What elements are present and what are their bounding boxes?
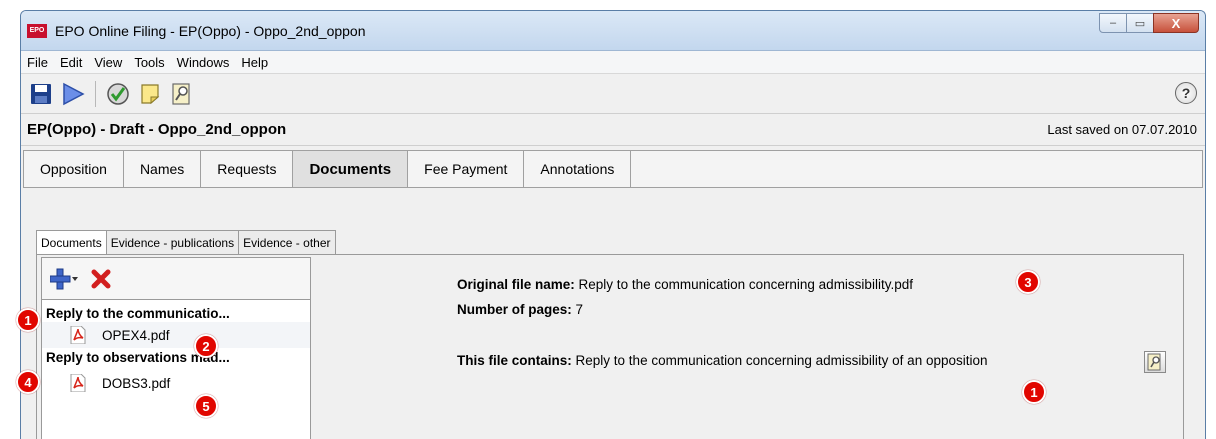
document-group-title[interactable]: Reply to the communicatio...: [42, 300, 310, 322]
annotation-badge: 2: [194, 334, 218, 358]
epo-logo-icon: EPO: [27, 23, 47, 38]
annotation-badge: 3: [1016, 270, 1040, 294]
annotation-badge: 4: [16, 370, 40, 394]
edit-description-button[interactable]: [1144, 351, 1166, 373]
subtab-documents[interactable]: Documents: [36, 230, 107, 254]
sub-tabs: Documents Evidence - publications Eviden…: [36, 230, 336, 254]
main-toolbar: ?: [21, 74, 1205, 114]
document-group-title[interactable]: Reply to observations mad...: [42, 348, 310, 370]
document-list: Reply to the communicatio... OPEX4.pdf R…: [41, 257, 311, 439]
menu-edit[interactable]: Edit: [54, 55, 88, 70]
minimize-button[interactable]: –: [1099, 13, 1127, 33]
annotation-badge: 1: [1022, 380, 1046, 404]
note-icon: [141, 83, 160, 104]
delete-document-button[interactable]: [90, 268, 112, 290]
file-contains-row: This file contains: Reply to the communi…: [457, 353, 988, 368]
close-button[interactable]: X: [1153, 13, 1199, 33]
menu-view[interactable]: View: [88, 55, 128, 70]
annotation-badge: 5: [194, 394, 218, 418]
maximize-button[interactable]: ▭: [1126, 13, 1154, 33]
add-document-button[interactable]: [50, 268, 80, 290]
tab-opposition[interactable]: Opposition: [24, 151, 124, 187]
play-icon: [63, 82, 85, 105]
annotation-button[interactable]: [136, 80, 164, 108]
delete-icon: [91, 269, 111, 288]
number-of-pages-label: Number of pages:: [457, 302, 572, 317]
preview-button[interactable]: [168, 80, 196, 108]
document-details: Original file name: Reply to the communi…: [327, 257, 1183, 439]
tab-fee-payment[interactable]: Fee Payment: [408, 151, 525, 187]
document-file-item[interactable]: DOBS3.pdf: [42, 370, 310, 396]
original-file-name-value: Reply to the communication concerning ad…: [578, 277, 913, 292]
annotation-badge: 1: [16, 308, 40, 332]
pdf-file-icon: [70, 326, 86, 344]
menu-tools[interactable]: Tools: [128, 55, 170, 70]
number-of-pages-value: 7: [575, 302, 584, 317]
menu-help[interactable]: Help: [235, 55, 274, 70]
magnify-icon: [1147, 353, 1161, 371]
file-contains-value: Reply to the communication concerning ad…: [575, 353, 988, 368]
document-header: EP(Oppo) - Draft - Oppo_2nd_oppon Last s…: [21, 114, 1205, 146]
subtab-evidence-other[interactable]: Evidence - other: [238, 230, 336, 254]
pdf-file-icon: [70, 374, 86, 392]
check-icon: [107, 82, 129, 105]
document-list-toolbar: [42, 258, 310, 300]
file-contains-label: This file contains:: [457, 353, 572, 368]
document-file-name: DOBS3.pdf: [102, 375, 171, 391]
send-button[interactable]: [59, 80, 87, 108]
validate-button[interactable]: [104, 80, 132, 108]
document-title: EP(Oppo) - Draft - Oppo_2nd_oppon: [27, 121, 287, 138]
title-bar[interactable]: EPO EPO Online Filing - EP(Oppo) - Oppo_…: [21, 11, 1205, 51]
original-file-name-label: Original file name:: [457, 277, 575, 292]
tab-requests[interactable]: Requests: [201, 151, 294, 187]
save-icon: [31, 83, 51, 104]
menu-bar: File Edit View Tools Windows Help: [21, 51, 1205, 74]
tab-annotations[interactable]: Annotations: [524, 151, 632, 187]
menu-file[interactable]: File: [21, 55, 54, 70]
magnify-icon: [172, 82, 190, 105]
document-file-name: OPEX4.pdf: [102, 327, 170, 343]
number-of-pages-row: Number of pages: 7: [457, 302, 583, 317]
last-saved-text: Last saved on 07.07.2010: [1047, 122, 1197, 137]
tab-names[interactable]: Names: [123, 151, 202, 187]
main-tabs: Opposition Names Requests Documents Fee …: [23, 150, 1203, 188]
menu-windows[interactable]: Windows: [171, 55, 236, 70]
document-file-item[interactable]: OPEX4.pdf: [42, 322, 310, 348]
toolbar-separator: [95, 80, 96, 107]
add-icon: [50, 268, 78, 289]
window-title: EPO Online Filing - EP(Oppo) - Oppo_2nd_…: [55, 22, 366, 39]
original-file-name-row: Original file name: Reply to the communi…: [457, 277, 913, 292]
subtab-evidence-publications[interactable]: Evidence - publications: [105, 230, 240, 254]
save-button[interactable]: [27, 80, 55, 108]
tab-documents[interactable]: Documents: [293, 151, 409, 187]
window-controls: – ▭ X: [1099, 13, 1199, 33]
help-button[interactable]: ?: [1175, 82, 1197, 104]
